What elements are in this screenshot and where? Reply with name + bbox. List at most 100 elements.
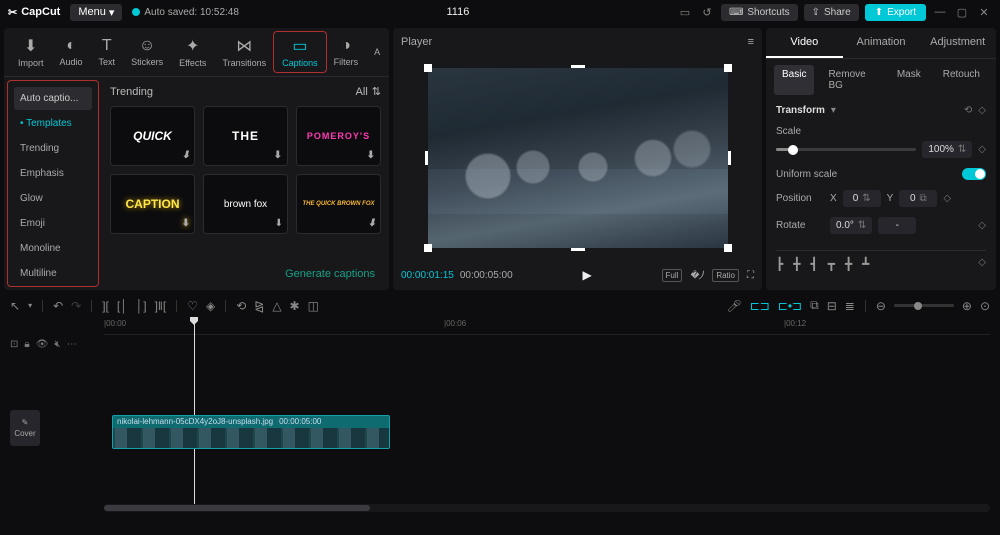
sidebar-item-trending[interactable]: Trending <box>14 137 92 160</box>
download-icon[interactable]: ⬇ <box>367 150 376 161</box>
preview-quality-icon[interactable]: �⵰ <box>690 270 704 281</box>
props-tab-video[interactable]: Video <box>766 28 843 58</box>
magnet-main-icon[interactable]: ⊏⊐ <box>750 299 770 313</box>
player-menu-icon[interactable]: ≡ <box>748 36 754 48</box>
download-icon[interactable]: ⬇ <box>274 150 283 161</box>
export-button[interactable]: ⬆ Export <box>865 4 926 21</box>
subtab-basic[interactable]: Basic <box>774 65 814 95</box>
track-options-icon[interactable]: ≣ <box>845 299 855 313</box>
tab-text[interactable]: TText <box>91 33 124 71</box>
timeline-ruler[interactable]: |00:00 |00:06 |00:12 <box>104 317 990 335</box>
resize-handle-tl[interactable] <box>424 64 432 72</box>
tab-filters[interactable]: ◑Filters <box>326 33 367 71</box>
mute-track-icon[interactable]: 🔇︎ <box>54 339 60 350</box>
more-track-icon[interactable]: ⋯ <box>67 339 77 350</box>
share-button[interactable]: ⇪ Share <box>804 4 859 21</box>
props-tab-animation[interactable]: Animation <box>843 28 920 58</box>
align-right-icon[interactable]: ┫ <box>810 257 817 271</box>
template-thumb[interactable]: CAPTION⬇ <box>110 174 195 234</box>
subtab-removebg[interactable]: Remove BG <box>820 65 882 95</box>
keyframe-icon[interactable]: ◇ <box>978 257 986 271</box>
resize-handle-l[interactable] <box>425 151 428 165</box>
keyframe-icon[interactable]: ◇ <box>978 144 986 155</box>
fullscreen-icon[interactable]: ⛶ <box>747 270 754 281</box>
maximize-icon[interactable]: ▢ <box>954 4 970 20</box>
full-button[interactable]: Full <box>662 269 683 282</box>
video-frame[interactable] <box>428 68 728 248</box>
link-icon[interactable]: ⧉ <box>920 193 927 204</box>
tab-adjust[interactable]: A <box>366 43 388 61</box>
lock-track-icon[interactable]: ⊡ <box>10 339 18 350</box>
undo-icon[interactable]: ↶ <box>53 299 63 313</box>
stepper-icon[interactable]: ⇅ <box>958 144 966 155</box>
timeline-tracks[interactable]: |00:00 |00:06 |00:12 nikolai-lehmann-05c… <box>104 317 990 512</box>
mirror-icon[interactable]: ⧎ <box>254 299 264 313</box>
scale-value[interactable]: 100%⇅ <box>922 141 972 158</box>
timeline-clip[interactable]: nikolai-lehmann-05cDX4y2oJ8-unsplash.jpg… <box>112 415 390 449</box>
props-tab-adjustment[interactable]: Adjustment <box>919 28 996 58</box>
align-left-icon[interactable]: ┣ <box>776 257 783 271</box>
keyframe-icon[interactable]: ◇ <box>978 105 986 116</box>
zoom-fit-icon[interactable]: ⊙ <box>980 299 990 313</box>
sidebar-item-game[interactable]: Game <box>14 287 92 290</box>
download-icon[interactable]: ⬇ <box>275 218 283 229</box>
selection-tool-icon[interactable]: ↖ <box>10 299 20 313</box>
delete-clip-icon[interactable]: ]‖[ <box>155 299 167 313</box>
uniform-scale-toggle[interactable] <box>962 168 986 180</box>
history-icon[interactable]: ↺ <box>699 4 715 20</box>
resize-handle-t[interactable] <box>571 65 585 68</box>
scale-slider[interactable] <box>776 148 916 151</box>
resize-handle-br[interactable] <box>724 244 732 252</box>
timeline-scrollbar-h[interactable] <box>104 504 990 512</box>
zoom-out-icon[interactable]: ⊖ <box>876 299 886 313</box>
stepper-icon[interactable]: ⇅ <box>858 220 866 231</box>
download-icon[interactable]: ⬇ <box>182 150 190 161</box>
sidebar-item-templates[interactable]: • Templates <box>14 112 92 135</box>
eye-track-icon[interactable]: 👁 <box>36 339 49 350</box>
position-y-input[interactable]: 0⧉ <box>899 190 937 207</box>
layout-icon[interactable]: ▭ <box>677 4 693 20</box>
resize-handle-tr[interactable] <box>724 64 732 72</box>
template-thumb[interactable]: THE⬇ <box>203 106 288 166</box>
reset-icon[interactable]: ⟲ <box>964 105 972 116</box>
resize-handle-r[interactable] <box>728 151 731 165</box>
close-icon[interactable]: ✕ <box>976 4 992 20</box>
shortcuts-button[interactable]: ⌨ Shortcuts <box>721 4 798 21</box>
sidebar-item-emoji[interactable]: Emoji <box>14 212 92 235</box>
zoom-in-icon[interactable]: ⊕ <box>962 299 972 313</box>
marker-icon[interactable]: ◈ <box>206 299 215 313</box>
preview-cut-icon[interactable]: ⊟ <box>827 299 837 313</box>
keyframe-icon[interactable]: ◇ <box>978 220 986 231</box>
sidebar-item-multiline[interactable]: Multiline <box>14 262 92 285</box>
hide-track-icon[interactable]: 🔒︎ <box>24 339 29 350</box>
align-top-icon[interactable]: ┳ <box>828 257 835 271</box>
subtab-mask[interactable]: Mask <box>889 65 929 95</box>
gallery-all-button[interactable]: All ⇅ <box>356 85 381 98</box>
trim-right-icon[interactable]: │] <box>136 299 147 313</box>
align-bottom-icon[interactable]: ┻ <box>862 257 869 271</box>
align-vcenter-icon[interactable]: ╋ <box>845 257 852 271</box>
cover-button[interactable]: ✎ Cover <box>10 410 40 446</box>
tab-audio[interactable]: ◐Audio <box>52 33 91 71</box>
snap-icon[interactable]: △ <box>272 299 281 313</box>
sidebar-item-auto-captions[interactable]: Auto captio... <box>14 87 92 110</box>
rotate-value-input[interactable]: 0.0°⇅ <box>830 217 872 234</box>
position-x-input[interactable]: 0⇅ <box>843 190 881 207</box>
resize-handle-b[interactable] <box>571 248 585 251</box>
tab-captions[interactable]: ▭Captions <box>274 32 326 72</box>
template-thumb[interactable]: THE QUICK BROWN FOX⬇ <box>296 174 381 234</box>
resize-handle-bl[interactable] <box>424 244 432 252</box>
rotate-dash[interactable]: - <box>878 217 916 234</box>
reverse-icon[interactable]: ⟲ <box>236 299 246 313</box>
template-thumb[interactable]: POMEROY'S⬇ <box>296 106 381 166</box>
player-canvas[interactable] <box>401 54 754 262</box>
download-icon[interactable]: ⬇ <box>182 218 190 229</box>
stepper-icon[interactable]: ⇅ <box>862 193 870 204</box>
zoom-slider[interactable] <box>894 304 954 307</box>
freeze-icon[interactable]: ✱ <box>290 299 300 313</box>
tab-import[interactable]: ⬇Import <box>10 32 52 72</box>
download-icon[interactable]: ⬇ <box>368 218 376 229</box>
ratio-button[interactable]: Ratio <box>712 269 739 282</box>
template-thumb[interactable]: brown fox⬇ <box>203 174 288 234</box>
split-icon[interactable]: ][ <box>102 299 109 313</box>
